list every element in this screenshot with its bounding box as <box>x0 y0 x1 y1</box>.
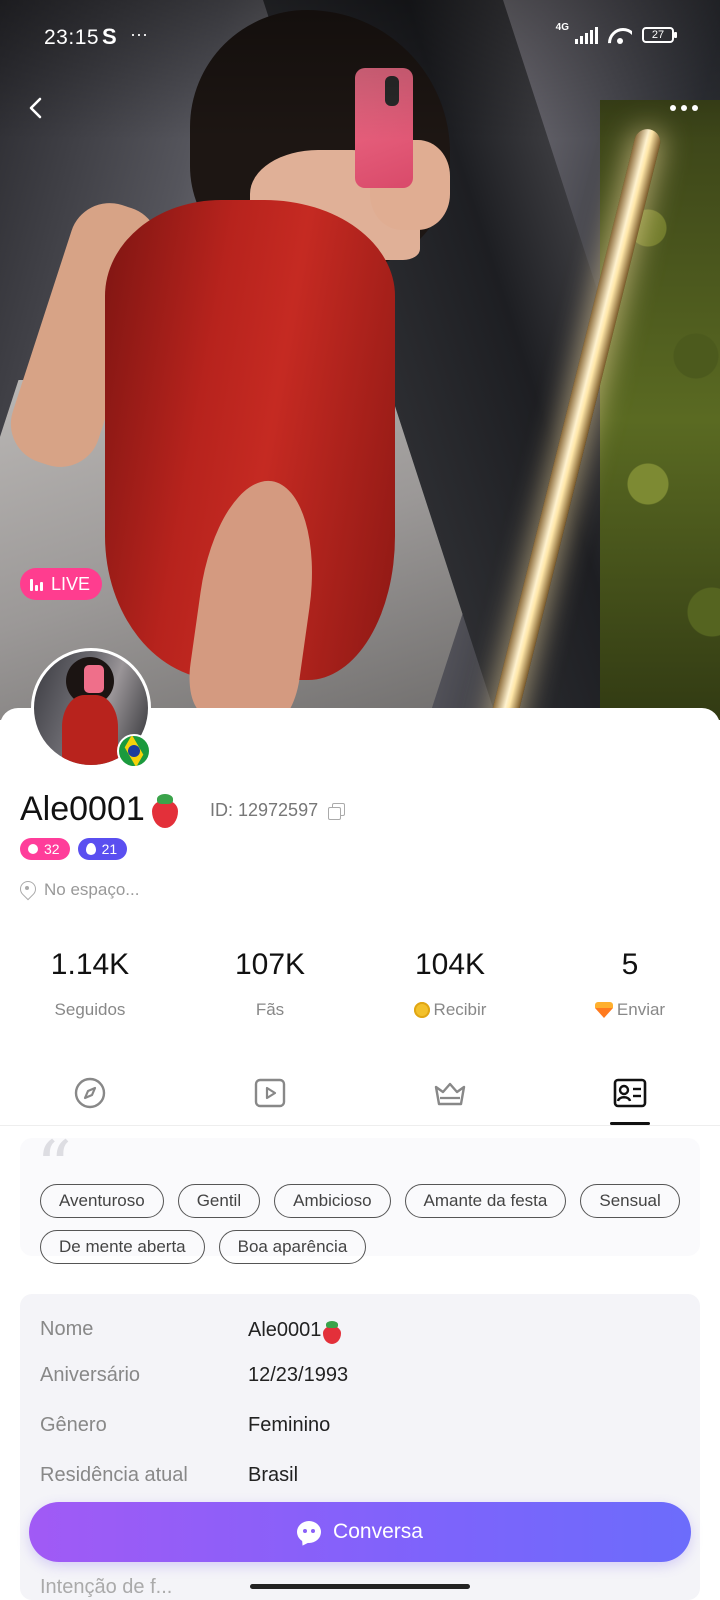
location: No espaço... <box>20 880 139 900</box>
personality-tags-panel: “ Aventuroso Gentil Ambicioso Amante da … <box>20 1132 700 1264</box>
strawberry-icon <box>321 1320 343 1344</box>
location-pin-icon <box>20 881 34 899</box>
stat-label: Recibir <box>433 1000 487 1019</box>
coin-icon <box>413 1002 430 1018</box>
status-indicators: 4G 27 <box>556 22 677 44</box>
live-label: LIVE <box>51 573 91 594</box>
tab-moments[interactable] <box>0 1076 180 1125</box>
signal-icon <box>575 26 598 44</box>
tag-list: Aventuroso Gentil Ambicioso Amante da fe… <box>40 1184 690 1264</box>
more-horizontal-icon <box>670 105 698 111</box>
tab-honors[interactable] <box>360 1076 540 1125</box>
stat-label: Fãs <box>255 1000 285 1019</box>
stat-received[interactable]: 104K Recibir <box>360 948 540 1020</box>
battery-icon: 27 <box>642 27 677 43</box>
info-value: Feminino <box>248 1414 331 1436</box>
info-value: Brasil <box>248 1464 299 1486</box>
status-time: 23:15 <box>44 26 100 49</box>
gem-icon <box>594 1002 613 1018</box>
username-text: Ale0001 <box>20 790 145 828</box>
tag: Ambicioso <box>274 1184 391 1218</box>
info-row-name: Nome Ale0001 <box>40 1318 343 1344</box>
chevron-left-icon <box>29 97 42 119</box>
user-id-text: ID: 12972597 <box>210 800 319 820</box>
level-icon <box>28 844 38 854</box>
chat-bubble-icon <box>297 1521 322 1543</box>
info-key: Nome <box>40 1318 94 1340</box>
brazil-flag-icon <box>117 734 151 768</box>
wealth-level-badge[interactable]: 32 <box>20 838 70 860</box>
drop-icon <box>85 843 96 855</box>
stat-value: 104K <box>414 948 486 981</box>
info-row-gender: Gênero Feminino <box>40 1414 330 1437</box>
stat-value: 107K <box>234 948 306 981</box>
cover-photo[interactable] <box>0 0 720 720</box>
info-value: 12/23/1993 <box>248 1364 349 1386</box>
chat-button-label: Conversa <box>333 1520 423 1543</box>
tag: Aventuroso <box>40 1184 164 1218</box>
profile-tabs <box>0 1076 720 1126</box>
compass-icon <box>74 1077 106 1109</box>
stat-value: 5 <box>621 948 639 981</box>
info-key: Residência atual <box>40 1464 188 1486</box>
info-row-truncated: Intenção de f... <box>40 1576 173 1598</box>
tab-profile-info[interactable] <box>540 1076 720 1125</box>
charm-level-badge[interactable]: 21 <box>77 838 128 860</box>
carrier-icon: S <box>102 24 117 49</box>
status-bar: 23:15 S ··· 4G 27 <box>0 0 720 76</box>
more-options-button[interactable] <box>662 90 706 126</box>
charm-level-value: 21 <box>101 841 118 857</box>
level-badges: 32 21 <box>20 838 128 860</box>
info-value: Ale0001 <box>248 1318 322 1341</box>
tag: Boa aparência <box>218 1230 367 1264</box>
info-row-birthday: Aniversário 12/23/1993 <box>40 1364 348 1387</box>
info-key: Gênero <box>40 1414 107 1436</box>
crown-icon <box>434 1082 466 1106</box>
stat-following[interactable]: 1.14K Seguidos <box>0 948 180 1020</box>
location-text: No espaço... <box>44 880 140 899</box>
live-bars-icon <box>30 577 43 591</box>
stat-value: 1.14K <box>50 948 130 981</box>
back-button[interactable] <box>16 88 56 128</box>
network-type: 4G <box>555 21 569 33</box>
cover-plants <box>600 100 720 720</box>
info-key: Aniversário <box>40 1364 141 1386</box>
home-indicator[interactable] <box>250 1584 470 1589</box>
tag: Amante da festa <box>404 1184 567 1218</box>
tab-videos[interactable] <box>180 1076 360 1125</box>
user-id: ID: 12972597 <box>210 800 346 821</box>
info-row-residence: Residência atual Brasil <box>40 1464 298 1487</box>
battery-level: 27 <box>651 29 665 41</box>
wealth-level-value: 32 <box>44 841 60 857</box>
video-play-icon <box>254 1078 286 1108</box>
wifi-icon <box>608 26 632 44</box>
strawberry-icon <box>149 792 181 828</box>
tag: Gentil <box>177 1184 261 1218</box>
tag: Sensual <box>580 1184 680 1218</box>
profile-card-icon <box>613 1078 647 1108</box>
stat-sent[interactable]: 5 Enviar <box>540 948 720 1020</box>
stats-row: 1.14K Seguidos 107K Fãs 104K Recibir 5 E… <box>0 948 720 1020</box>
username: Ale0001 <box>20 790 181 829</box>
stat-label: Seguidos <box>54 1000 126 1019</box>
stat-label: Enviar <box>616 1000 666 1019</box>
notification-dots: ··· <box>130 24 148 44</box>
copy-icon[interactable] <box>328 802 346 820</box>
tag: De mente aberta <box>40 1230 205 1264</box>
live-badge[interactable]: LIVE <box>20 568 103 600</box>
chat-button[interactable]: Conversa <box>29 1502 691 1562</box>
stat-fans[interactable]: 107K Fãs <box>180 948 360 1020</box>
